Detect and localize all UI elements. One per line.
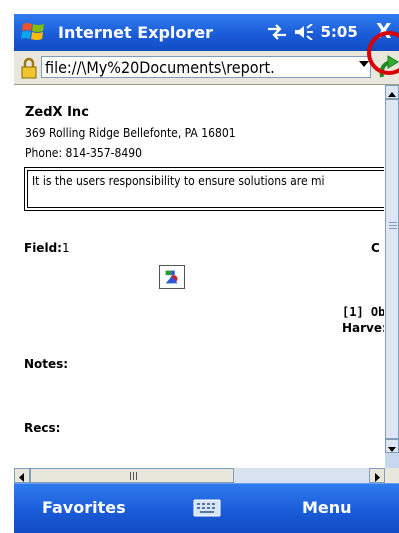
thumb-grip-line — [130, 472, 131, 480]
company-address: 369 Rolling Ridge Bellefonte, PA 16801 — [25, 126, 236, 140]
url-input[interactable]: file://\My%20Documents\report. — [41, 56, 371, 78]
volume-icon — [295, 23, 314, 41]
favorites-softkey[interactable]: Favorites — [42, 498, 126, 517]
scrollbar-corner — [385, 468, 399, 483]
recs-label: Recs: — [24, 421, 61, 435]
horizontal-scrollbar[interactable] — [14, 468, 385, 483]
horizontal-scroll-thumb[interactable] — [30, 468, 234, 483]
disclaimer-frame: It is the users responsibility to ensure… — [24, 167, 384, 211]
scroll-left-button[interactable] — [14, 468, 30, 483]
arrow-down-icon — [388, 447, 396, 452]
observation-label: [1] Ob — [342, 305, 384, 319]
scroll-up-button[interactable] — [385, 85, 399, 99]
thumb-grip-line — [389, 228, 397, 229]
page-content: ZedX Inc 369 Rolling Ridge Bellefonte, P… — [14, 85, 384, 468]
menu-softkey[interactable]: Menu — [302, 498, 352, 517]
address-bar: file://\My%20Documents\report. — [14, 51, 399, 85]
windows-start-icon[interactable] — [20, 20, 46, 44]
keyboard-icon[interactable] — [193, 499, 221, 517]
harvest-label: Harve: — [342, 321, 384, 335]
disclaimer-inner-frame: It is the users responsibility to ensure… — [27, 170, 384, 208]
scroll-right-button[interactable] — [369, 468, 385, 483]
pocket-ie-window: Internet Explorer 5:05 X file://\My%20Do… — [0, 0, 399, 533]
vertical-scrollbar[interactable] — [385, 85, 399, 468]
status-area[interactable]: 5:05 — [266, 23, 358, 41]
menu-bar: Favorites Menu — [14, 483, 399, 533]
thumb-grip-line — [136, 472, 137, 480]
vertical-scroll-thumb[interactable] — [385, 99, 399, 439]
thumb-grip-line — [133, 472, 134, 480]
connectivity-icon — [268, 24, 286, 40]
window-title: Internet Explorer — [58, 23, 214, 42]
clock: 5:05 — [320, 23, 358, 41]
company-name: ZedX Inc — [25, 105, 89, 120]
title-bar: Internet Explorer 5:05 X — [14, 14, 399, 51]
lock-icon — [21, 57, 37, 79]
field-label: Field:1 — [24, 241, 70, 255]
company-phone: Phone: 814-357-8490 — [25, 146, 142, 160]
field-label-text: Field: — [24, 241, 62, 255]
field-value: 1 — [61, 241, 70, 255]
broken-image-icon — [159, 265, 185, 289]
disclaimer-text: It is the users responsibility to ensure… — [32, 174, 325, 188]
right-column-header: C — [371, 241, 380, 255]
scroll-down-button[interactable] — [385, 439, 399, 453]
thumb-grip-line — [389, 222, 397, 223]
menu-bar-divider — [14, 483, 399, 484]
url-dropdown-icon[interactable] — [359, 61, 369, 67]
thumb-grip-line — [389, 225, 397, 226]
notes-label: Notes: — [24, 357, 69, 371]
